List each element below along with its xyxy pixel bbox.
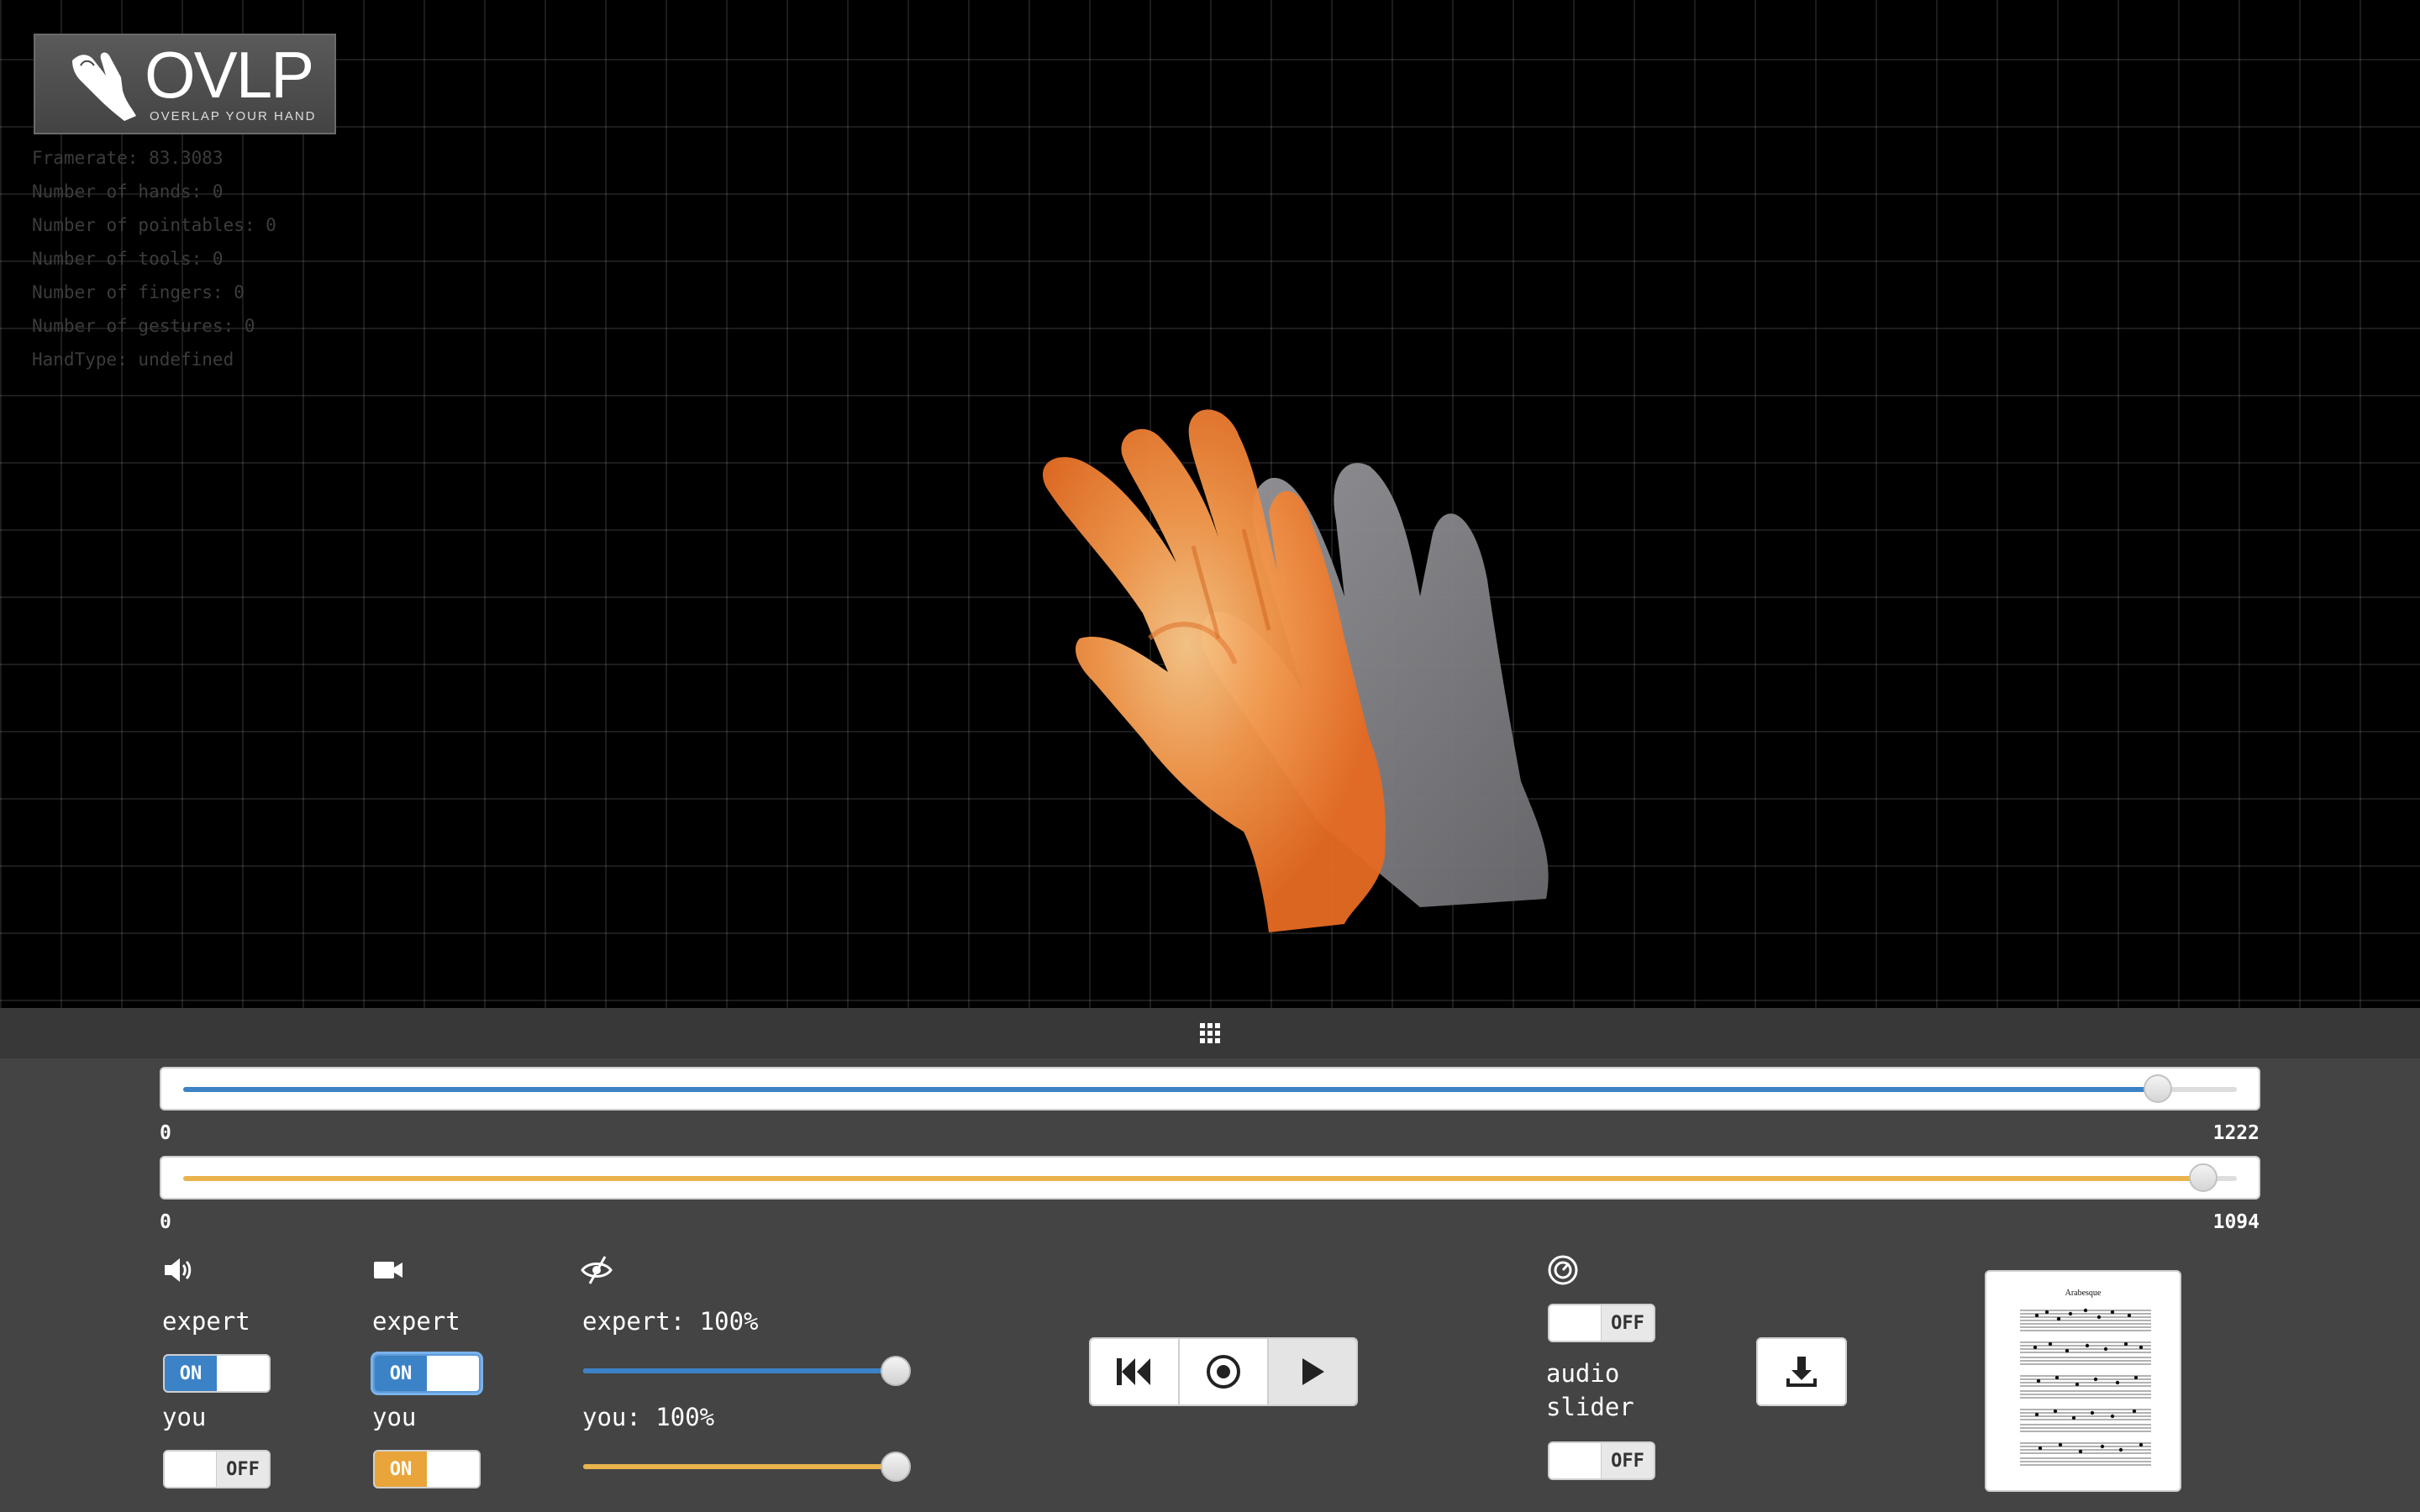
video-you-toggle[interactable]: ON	[373, 1450, 481, 1488]
sheet-music-thumbnail[interactable]: Arabesque	[1985, 1270, 2181, 1492]
you-timeline-fill	[183, 1176, 2203, 1181]
opacity-you-slider[interactable]	[583, 1450, 911, 1483]
toggle-on-label: ON	[375, 1356, 427, 1391]
grid-menu-icon[interactable]	[1198, 1021, 1222, 1045]
video-you-label: you	[372, 1403, 417, 1431]
expert-timeline-max: 1222	[2212, 1122, 2260, 1144]
stat-framerate: Framerate: 83.3083	[32, 148, 224, 168]
toggle-on-label	[1549, 1443, 1602, 1478]
sheet-music-preview: Arabesque	[2020, 1289, 2151, 1466]
you-timeline-max: 1094	[2212, 1211, 2260, 1233]
hand-models	[1043, 409, 1549, 932]
toggle-on-label: ON	[375, 1452, 427, 1487]
opacity-you-handle[interactable]	[881, 1452, 911, 1482]
stat-pointables: Number of pointables: 0	[32, 215, 276, 235]
opacity-expert-handle[interactable]	[881, 1356, 911, 1386]
toggle-off-label: OFF	[1601, 1305, 1654, 1341]
audio-slider-toggle[interactable]: OFF	[1548, 1441, 1655, 1480]
record-button[interactable]	[1180, 1339, 1269, 1404]
play-button[interactable]	[1269, 1339, 1356, 1404]
opacity-you-label: you: 100%	[582, 1403, 715, 1431]
toggle-on-label	[165, 1452, 217, 1487]
you-timeline-min: 0	[160, 1211, 171, 1233]
3d-viewport[interactable]: OVLP OVERLAP YOUR HAND Framerate: 83.308…	[0, 0, 2420, 1008]
speedometer-icon	[1548, 1255, 1578, 1285]
transport-controls	[1089, 1337, 1358, 1406]
play-icon	[1302, 1358, 1324, 1385]
user-hand-model	[1043, 409, 1386, 932]
toggle-off-label	[427, 1452, 479, 1487]
debug-stats: Framerate: 83.3083 Number of hands: 0 Nu…	[32, 144, 276, 380]
expert-timeline-slider[interactable]	[160, 1067, 2260, 1110]
expert-timeline-min: 0	[160, 1122, 171, 1144]
toggle-off-label	[217, 1356, 269, 1391]
stat-fingers: Number of fingers: 0	[32, 282, 245, 302]
audio-slider-label-line2: slider	[1546, 1393, 1634, 1421]
toggle-off-label	[427, 1356, 479, 1391]
toggle-on-label	[1549, 1305, 1602, 1341]
panel-handle[interactable]	[0, 1008, 2420, 1058]
toggle-on-label: ON	[165, 1356, 217, 1391]
logo-wordmark: OVLP	[145, 38, 314, 112]
opacity-expert-fill	[583, 1368, 902, 1373]
expert-timeline-fill	[183, 1087, 2158, 1092]
audio-you-label: you	[162, 1403, 207, 1431]
video-expert-toggle[interactable]: ON	[373, 1354, 481, 1393]
stat-handtype: HandType: undefined	[32, 349, 234, 370]
stat-gestures: Number of gestures: 0	[32, 316, 255, 336]
volume-icon	[165, 1258, 192, 1282]
audio-slider-label-line1: audio	[1546, 1359, 1620, 1388]
toggle-off-label: OFF	[1601, 1443, 1654, 1478]
logo-tagline: OVERLAP YOUR HAND	[150, 109, 317, 123]
opacity-expert-slider[interactable]	[583, 1354, 911, 1388]
eye-hide-icon	[581, 1256, 613, 1284]
stat-hands: Number of hands: 0	[32, 181, 224, 202]
audio-expert-label: expert	[162, 1307, 250, 1336]
opacity-expert-label: expert: 100%	[582, 1307, 759, 1336]
download-button[interactable]	[1756, 1337, 1847, 1406]
speed-toggle[interactable]: OFF	[1548, 1304, 1655, 1342]
sheet-music-staves	[2020, 1310, 2151, 1466]
camera-icon	[374, 1262, 402, 1278]
rewind-icon	[1117, 1358, 1150, 1385]
record-icon	[1207, 1355, 1240, 1389]
video-expert-label: expert	[372, 1307, 460, 1336]
audio-expert-toggle[interactable]: ON	[163, 1354, 271, 1393]
audio-you-toggle[interactable]: OFF	[163, 1450, 271, 1488]
you-timeline-slider[interactable]	[160, 1156, 2260, 1200]
expert-timeline-handle[interactable]	[2144, 1074, 2172, 1103]
stat-tools: Number of tools: 0	[32, 249, 224, 269]
app-logo: OVLP OVERLAP YOUR HAND	[34, 34, 336, 134]
opacity-you-fill	[583, 1464, 902, 1469]
download-icon	[1786, 1357, 1817, 1387]
rewind-button[interactable]	[1091, 1339, 1180, 1404]
toggle-off-label: OFF	[216, 1452, 269, 1487]
sheet-music-title: Arabesque	[2065, 1289, 2102, 1298]
you-timeline-handle[interactable]	[2188, 1163, 2217, 1192]
